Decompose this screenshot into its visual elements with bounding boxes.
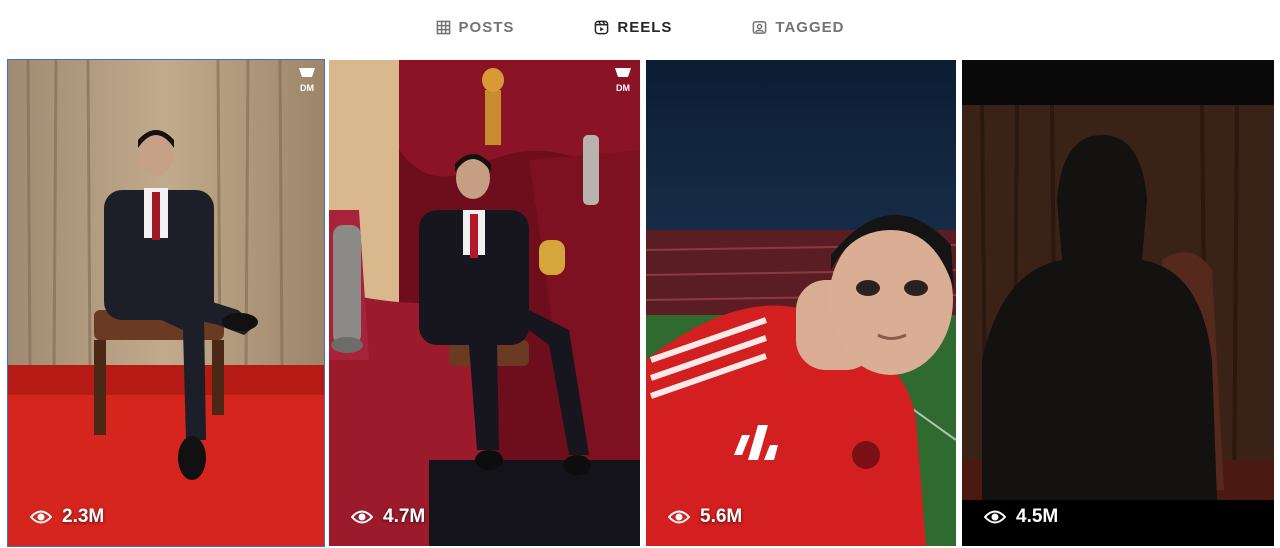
reel-tile[interactable]: DM 2.3M (7, 59, 325, 547)
view-count: 5.6M (668, 506, 742, 528)
tab-tagged[interactable]: TAGGED (752, 0, 844, 54)
tagged-icon (753, 20, 767, 34)
brand-badge-label: DM (300, 83, 314, 93)
reel-thumbnail (646, 60, 956, 546)
brand-badge: DM (612, 66, 634, 96)
reel-thumbnail (329, 60, 640, 546)
view-count-value: 4.5M (1016, 506, 1059, 527)
grid-icon (436, 20, 450, 34)
eye-icon (668, 510, 690, 524)
tab-reels-label: REELS (617, 18, 673, 36)
view-count: 2.3M (30, 506, 104, 528)
eye-icon (351, 510, 373, 524)
reels-icon (595, 20, 609, 34)
reel-tile[interactable]: DM 4.7M (329, 60, 640, 546)
tab-tagged-label: TAGGED (775, 18, 845, 36)
reel-thumbnail (962, 60, 1274, 546)
reel-thumbnail (8, 60, 324, 546)
view-count: 4.7M (351, 506, 425, 528)
view-count: 4.5M (984, 506, 1058, 528)
reel-tile[interactable]: 5.6M (646, 60, 956, 546)
tab-posts[interactable]: POSTS (436, 0, 515, 54)
view-count-value: 2.3M (62, 506, 105, 527)
reels-grid: DM 2.3M DM 4.7M 5.6M 4.5M (7, 59, 1274, 548)
reel-tile[interactable]: 4.5M (962, 60, 1274, 546)
view-count-value: 4.7M (383, 506, 426, 527)
tab-posts-label: POSTS (458, 18, 515, 36)
eye-icon (30, 510, 52, 524)
brand-badge-label: DM (616, 83, 630, 93)
profile-tabs: POSTS REELS TAGGED (0, 0, 1280, 54)
eye-icon (984, 510, 1006, 524)
brand-badge: DM (296, 66, 318, 96)
view-count-value: 5.6M (700, 506, 743, 527)
tab-reels[interactable]: REELS (594, 0, 672, 54)
